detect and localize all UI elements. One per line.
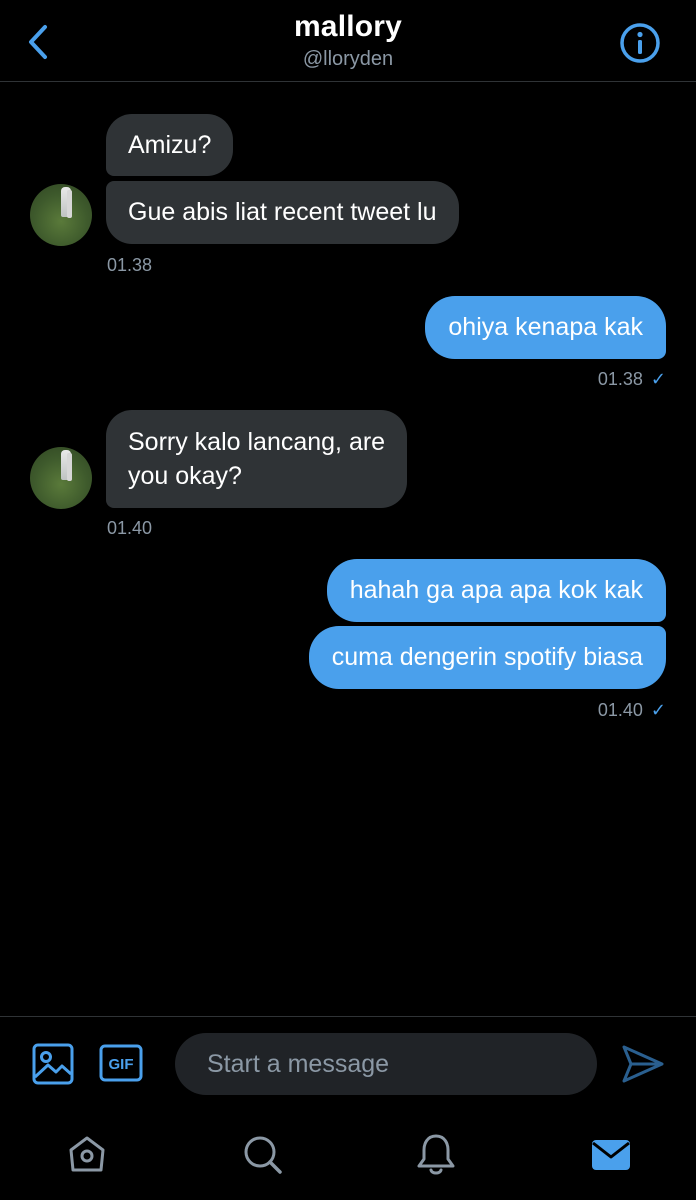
- sent-check-icon: ✓: [650, 369, 666, 389]
- conversation-header: mallory @lloryden: [0, 0, 696, 82]
- message-bubble-outgoing[interactable]: cuma dengerin spotify biasa: [308, 626, 666, 689]
- gif-icon: GIF: [99, 1044, 143, 1082]
- message-input-container[interactable]: [175, 1033, 597, 1095]
- info-button[interactable]: [618, 21, 662, 65]
- message-bubble-outgoing[interactable]: hahah ga apa apa kok kak: [326, 559, 666, 622]
- gif-label: GIF: [109, 1056, 134, 1073]
- message-timestamp: 01.40: [597, 700, 643, 720]
- home-icon: [69, 1136, 105, 1172]
- message-text: Gue abis liat recent tweet lu: [128, 198, 437, 226]
- conversation-title[interactable]: mallory: [0, 10, 696, 44]
- add-media-button[interactable]: [32, 1043, 74, 1085]
- send-icon: [622, 1045, 664, 1083]
- message-bubble-incoming[interactable]: Amizu?: [106, 114, 234, 176]
- message-text: hahah ga apa apa kok kak: [349, 576, 643, 604]
- message-text: cuma dengerin spotify biasa: [331, 643, 643, 671]
- bottom-tab-bar: [0, 1110, 696, 1200]
- tab-notifications[interactable]: [412, 1130, 460, 1178]
- tab-messages[interactable]: [587, 1130, 635, 1178]
- avatar[interactable]: [30, 447, 92, 509]
- gif-button[interactable]: GIF: [99, 1044, 143, 1082]
- message-bubble-incoming[interactable]: Gue abis liat recent tweet lu: [106, 181, 459, 244]
- message-text-line: you okay?: [128, 462, 242, 490]
- tab-search[interactable]: [238, 1130, 286, 1178]
- sent-check-icon: ✓: [650, 700, 666, 720]
- bell-icon: [417, 1134, 455, 1175]
- search-icon: [244, 1136, 282, 1174]
- message-bubble-outgoing[interactable]: ohiya kenapa kak: [425, 296, 666, 359]
- message-status: 01.38 ✓: [598, 369, 666, 390]
- message-bubble-incoming[interactable]: Sorry kalo lancang, are you okay?: [106, 410, 408, 508]
- send-button[interactable]: [620, 1043, 666, 1085]
- message-input[interactable]: [207, 1049, 565, 1079]
- mail-icon: [592, 1140, 630, 1170]
- message-text-line: Sorry kalo lancang, are: [128, 428, 386, 456]
- image-icon: [32, 1043, 74, 1085]
- message-composer: GIF: [0, 1016, 696, 1110]
- message-timestamp: 01.38: [107, 255, 153, 275]
- conversation-handle: @lloryden: [302, 48, 394, 70]
- message-text: Amizu?: [128, 131, 212, 159]
- avatar[interactable]: [30, 184, 92, 246]
- message-status: 01.40 ✓: [598, 700, 666, 721]
- info-icon: [620, 23, 660, 63]
- message-timestamp: 01.40: [107, 518, 153, 538]
- tab-home[interactable]: [63, 1130, 111, 1178]
- message-text: ohiya kenapa kak: [448, 313, 643, 341]
- message-timestamp: 01.38: [597, 369, 643, 389]
